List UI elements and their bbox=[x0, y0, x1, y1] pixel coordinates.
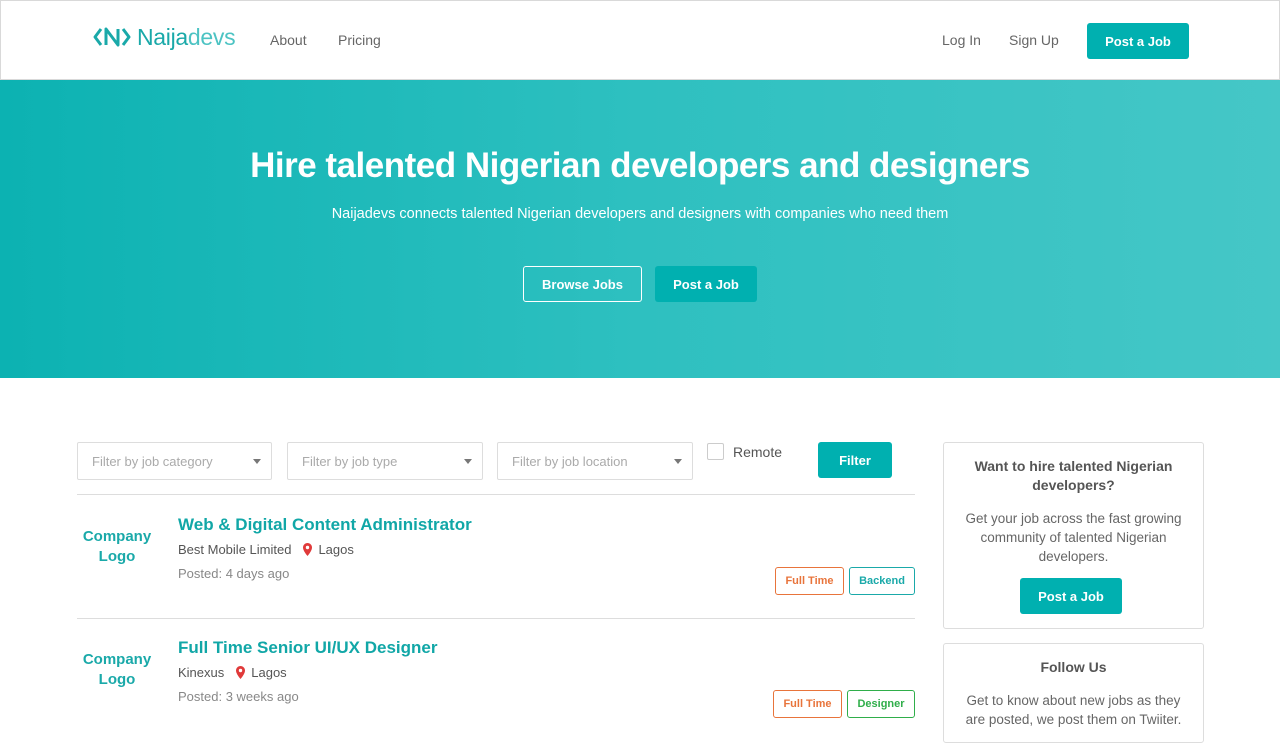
tag-full-time[interactable]: Full Time bbox=[773, 690, 842, 718]
job-location: Lagos bbox=[318, 542, 354, 557]
job-title-link[interactable]: Full Time Senior UI/UX Designer bbox=[178, 638, 437, 658]
job-type-select[interactable]: Filter by job type bbox=[287, 442, 483, 480]
remote-label: Remote bbox=[733, 443, 783, 460]
location-pin-icon bbox=[236, 666, 246, 679]
hero-subtitle: Naijadevs connects talented Nigerian dev… bbox=[331, 206, 949, 222]
nav-about-link[interactable]: About bbox=[270, 32, 307, 48]
remote-checkbox[interactable] bbox=[707, 443, 724, 460]
job-meta: Best Mobile Limited Lagos bbox=[178, 542, 354, 557]
nav-signup-link[interactable]: Sign Up bbox=[1009, 32, 1059, 48]
location-pin-icon bbox=[303, 543, 313, 556]
company-logo: Company Logo bbox=[77, 650, 157, 690]
company-logo-line1: Company bbox=[82, 528, 152, 545]
job-location-placeholder: Filter by job location bbox=[512, 453, 628, 469]
follow-card-text: Get to know about new jobs as they are p… bbox=[965, 693, 1182, 727]
company-logo-line2: Logo bbox=[98, 671, 136, 688]
job-title-link[interactable]: Web & Digital Content Administrator bbox=[178, 515, 472, 535]
hero-title: Hire talented Nigerian developers and de… bbox=[250, 146, 1030, 185]
nav-pricing-link[interactable]: Pricing bbox=[338, 32, 381, 48]
remote-checkbox-group[interactable]: Remote bbox=[707, 443, 782, 460]
job-type-placeholder: Filter by job type bbox=[302, 453, 398, 469]
nav-login-link[interactable]: Log In bbox=[942, 32, 981, 48]
job-posted-date: Posted: 4 days ago bbox=[178, 566, 290, 581]
follow-us-card: Follow Us Get to know about new jobs as … bbox=[943, 643, 1204, 743]
job-category-placeholder: Filter by job category bbox=[92, 453, 213, 469]
hire-card-title: Want to hire talented Nigerian developer… bbox=[974, 458, 1173, 493]
hero-banner: Hire talented Nigerian developers and de… bbox=[0, 80, 1280, 378]
brand-name: Naijadevs bbox=[137, 23, 236, 51]
company-logo-line2: Logo bbox=[98, 548, 136, 565]
brand-logo-icon bbox=[93, 27, 131, 47]
job-posted-date: Posted: 3 weeks ago bbox=[178, 689, 299, 704]
top-navbar: Naijadevs About Pricing Log In Sign Up P… bbox=[0, 0, 1280, 80]
company-name: Kinexus bbox=[178, 665, 225, 680]
company-logo: Company Logo bbox=[77, 527, 157, 567]
brand-name-part2: devs bbox=[187, 23, 236, 50]
tag-designer[interactable]: Designer bbox=[847, 690, 915, 718]
browse-jobs-button[interactable]: Browse Jobs bbox=[523, 266, 642, 302]
chevron-down-icon bbox=[464, 459, 472, 464]
tag-backend[interactable]: Backend bbox=[849, 567, 915, 595]
list-divider bbox=[77, 494, 915, 495]
hero-post-job-button[interactable]: Post a Job bbox=[655, 266, 757, 302]
chevron-down-icon bbox=[253, 459, 261, 464]
filter-button[interactable]: Filter bbox=[818, 442, 892, 478]
tag-full-time[interactable]: Full Time bbox=[775, 567, 844, 595]
job-location: Lagos bbox=[251, 665, 287, 680]
job-listing[interactable]: Company Logo Web & Digital Content Admin… bbox=[77, 505, 915, 615]
follow-card-title: Follow Us bbox=[1040, 659, 1107, 675]
job-category-select[interactable]: Filter by job category bbox=[77, 442, 272, 480]
sidebar-post-job-button[interactable]: Post a Job bbox=[1020, 578, 1122, 614]
hire-promo-card: Want to hire talented Nigerian developer… bbox=[943, 442, 1204, 629]
header-post-job-button[interactable]: Post a Job bbox=[1087, 23, 1189, 59]
job-location-select[interactable]: Filter by job location bbox=[497, 442, 693, 480]
list-divider bbox=[77, 618, 915, 619]
job-meta: Kinexus Lagos bbox=[178, 665, 287, 680]
job-listing[interactable]: Company Logo Full Time Senior UI/UX Desi… bbox=[77, 628, 915, 738]
chevron-down-icon bbox=[674, 459, 682, 464]
brand-logo[interactable]: Naijadevs bbox=[93, 23, 236, 51]
company-logo-line1: Company bbox=[82, 651, 152, 668]
company-name: Best Mobile Limited bbox=[178, 542, 292, 557]
brand-name-part1: Naija bbox=[137, 23, 188, 50]
hire-card-text: Get your job across the fast growing com… bbox=[965, 511, 1182, 564]
